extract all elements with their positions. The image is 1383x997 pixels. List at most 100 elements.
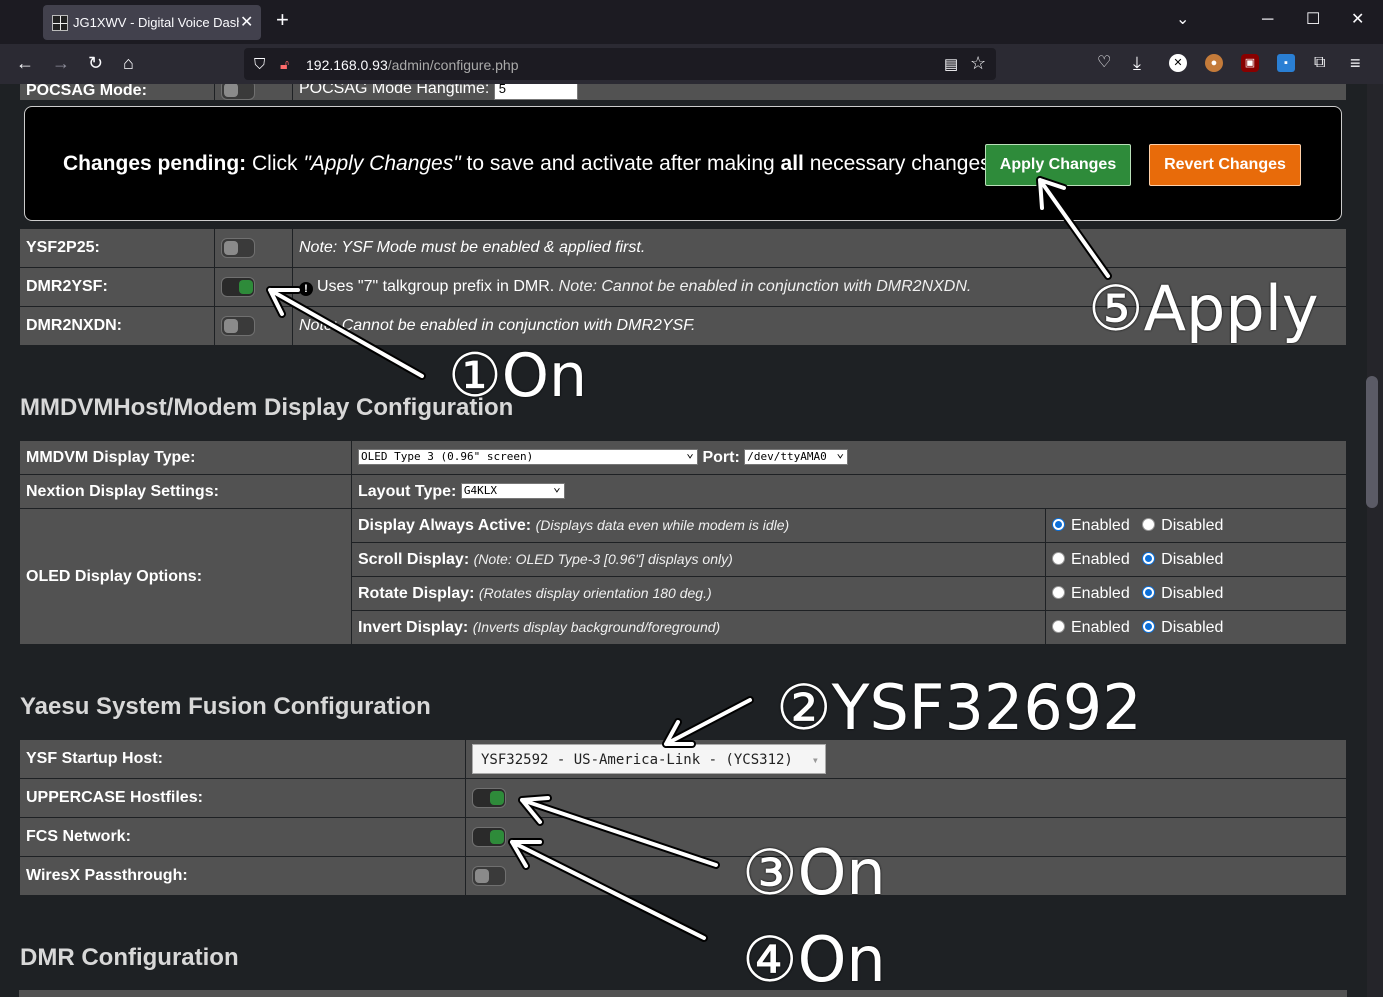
oled-option-cell: Invert Display: (Inverts display backgro… bbox=[351, 610, 1046, 645]
url-path: /admin/configure.php bbox=[387, 57, 519, 73]
disabled-label: Disabled bbox=[1161, 516, 1224, 534]
oled-option-label: Display Always Active: bbox=[358, 516, 532, 534]
table-row: YSF2P25: Note: YSF Mode must be enabled … bbox=[19, 228, 1347, 268]
fcs-network-toggle[interactable] bbox=[472, 827, 506, 847]
table-row: WiresX Passthrough: bbox=[19, 856, 1347, 896]
forward-icon[interactable]: → bbox=[52, 54, 70, 72]
ublock-icon[interactable]: ▣ bbox=[1241, 54, 1259, 72]
new-tab-icon[interactable]: + bbox=[276, 9, 289, 31]
ysf-startup-label: YSF Startup Host: bbox=[19, 739, 466, 779]
disabled-radio[interactable] bbox=[1142, 517, 1156, 531]
translate-extension-icon[interactable]: ▪ bbox=[1277, 54, 1295, 72]
oled-option-label: Scroll Display: bbox=[358, 550, 470, 568]
ysf-startup-cell: YSF32592 - US-America-Link - (YCS312) bbox=[465, 739, 1347, 779]
back-icon[interactable]: ← bbox=[16, 54, 34, 72]
ysf2p25-label: YSF2P25: bbox=[19, 228, 215, 268]
url-bar[interactable]: ⛉ 🔓︎ 192.168.0.93/admin/configure.php ▤ … bbox=[244, 48, 996, 80]
wiresx-passthrough-toggle[interactable] bbox=[472, 866, 506, 886]
reload-icon[interactable]: ↻ bbox=[88, 54, 103, 72]
maximize-icon[interactable]: ☐ bbox=[1306, 12, 1320, 28]
enabled-radio-group[interactable]: Enabled bbox=[1052, 585, 1130, 602]
port-label: Port: bbox=[702, 448, 740, 466]
revert-changes-button[interactable]: Revert Changes bbox=[1149, 144, 1301, 186]
home-icon[interactable]: ⌂ bbox=[123, 54, 134, 72]
display-type-cell: OLED Type 3 (0.96" screen) Port: /dev/tt… bbox=[351, 440, 1347, 475]
annotation-step-5: ⑤Apply bbox=[1088, 272, 1319, 345]
dmr2ysf-prefix-note: Uses "7" talkgroup prefix in DMR. bbox=[317, 278, 555, 295]
pocsag-label: POCSAG Mode: bbox=[19, 84, 215, 101]
ysf-config-table: YSF Startup Host: YSF32592 - US-America-… bbox=[19, 739, 1347, 896]
enabled-radio[interactable] bbox=[1052, 517, 1065, 531]
disabled-label: Disabled bbox=[1161, 618, 1224, 636]
uppercase-hostfiles-toggle[interactable] bbox=[472, 788, 506, 808]
enabled-radio-group[interactable]: Enabled bbox=[1052, 619, 1130, 636]
pocsag-hangtime-input[interactable]: 5 bbox=[493, 84, 578, 100]
dmr2ysf-label: DMR2YSF: bbox=[19, 267, 215, 307]
enabled-label: Enabled bbox=[1071, 550, 1130, 568]
scrollbar-track[interactable] bbox=[1367, 84, 1383, 997]
enabled-radio[interactable] bbox=[1052, 551, 1065, 565]
ysf2p25-toggle-cell bbox=[214, 228, 293, 268]
pocsag-table: POCSAG Mode: POCSAG Mode Hangtime: 5 bbox=[19, 84, 1347, 101]
extension-x-icon[interactable]: ✕ bbox=[1169, 54, 1187, 72]
annotation-step-3: ③On bbox=[742, 836, 886, 909]
dmr-table-top bbox=[19, 990, 1347, 997]
disabled-radio-group[interactable]: Disabled bbox=[1142, 619, 1223, 636]
layout-type-select[interactable]: G4KLX bbox=[460, 481, 565, 500]
extensions-puzzle-icon[interactable]: ⧉ bbox=[1314, 54, 1325, 72]
scrollbar-thumb[interactable] bbox=[1366, 376, 1378, 508]
tab-list-chevron-icon[interactable]: ⌄ bbox=[1176, 12, 1189, 28]
close-tab-icon[interactable]: ✕ bbox=[240, 12, 253, 32]
enabled-radio[interactable] bbox=[1052, 619, 1065, 633]
oled-option-note: (Note: OLED Type-3 [0.96"] displays only… bbox=[473, 550, 733, 567]
reader-view-icon[interactable]: ▤ bbox=[944, 55, 958, 73]
annotation-step-2: ②YSF32692 bbox=[776, 671, 1142, 744]
oled-option-cell: Display Always Active: (Displays data ev… bbox=[351, 508, 1046, 543]
minimize-icon[interactable]: ─ bbox=[1262, 12, 1273, 28]
dmr2nxdn-toggle[interactable] bbox=[221, 316, 255, 336]
download-icon[interactable]: ⤓ bbox=[1133, 54, 1141, 72]
disabled-radio[interactable] bbox=[1142, 585, 1156, 599]
pocsag-toggle[interactable] bbox=[221, 84, 255, 100]
disabled-radio[interactable] bbox=[1142, 551, 1156, 565]
dmr2ysf-toggle[interactable] bbox=[221, 277, 255, 297]
browser-tab[interactable]: JG1XWV - Digital Voice Dashboard ✕ bbox=[43, 5, 261, 40]
shield-icon[interactable]: ⛉ bbox=[254, 56, 265, 73]
display-section-heading: MMDVMHost/Modem Display Configuration bbox=[20, 394, 514, 421]
enabled-radio-group[interactable]: Enabled bbox=[1052, 551, 1130, 568]
pocsag-hangtime-cell: POCSAG Mode Hangtime: 5 bbox=[292, 84, 1347, 101]
enabled-radio-group[interactable]: Enabled bbox=[1052, 517, 1130, 534]
ysf-startup-select[interactable]: YSF32592 - US-America-Link - (YCS312) bbox=[472, 744, 826, 775]
dmr2nxdn-toggle-cell bbox=[214, 306, 293, 346]
url-text[interactable]: 192.168.0.93/admin/configure.php bbox=[306, 57, 519, 73]
cookie-extension-icon[interactable]: ● bbox=[1205, 54, 1223, 72]
nextion-label: Nextion Display Settings: bbox=[19, 474, 352, 509]
port-select[interactable]: /dev/ttyAMA0 bbox=[744, 447, 849, 466]
oled-radio-cell: Enabled Disabled bbox=[1045, 576, 1347, 611]
nextion-cell: Layout Type: G4KLX bbox=[351, 474, 1347, 509]
enabled-label: Enabled bbox=[1071, 584, 1130, 602]
close-window-icon[interactable]: ✕ bbox=[1351, 12, 1364, 28]
apply-changes-button[interactable]: Apply Changes bbox=[985, 144, 1131, 186]
display-config-table: MMDVM Display Type: OLED Type 3 (0.96" s… bbox=[19, 440, 1347, 645]
table-row: OLED Display Options: Display Always Act… bbox=[19, 508, 1347, 645]
insecure-lock-icon[interactable]: 🔓︎ bbox=[280, 56, 289, 73]
wiresx-passthrough-cell bbox=[465, 856, 1347, 896]
display-type-select[interactable]: OLED Type 3 (0.96" screen) bbox=[358, 447, 698, 466]
disabled-radio-group[interactable]: Disabled bbox=[1142, 551, 1223, 568]
disabled-radio-group[interactable]: Disabled bbox=[1142, 585, 1223, 602]
fcs-network-cell bbox=[465, 817, 1347, 857]
disabled-radio-group[interactable]: Disabled bbox=[1142, 517, 1223, 534]
ysf2p25-toggle[interactable] bbox=[221, 238, 255, 258]
enabled-label: Enabled bbox=[1071, 618, 1130, 636]
ysf2p25-note: Note: YSF Mode must be enabled & applied… bbox=[292, 228, 1347, 268]
banner-quoted: "Apply Changes" bbox=[303, 152, 461, 175]
dmr2ysf-note: Note: Cannot be enabled in conjunction w… bbox=[558, 278, 972, 295]
oled-option-note: (Displays data even while modem is idle) bbox=[535, 516, 790, 533]
pocket-icon[interactable]: ♡ bbox=[1097, 54, 1111, 72]
enabled-radio[interactable] bbox=[1052, 585, 1065, 599]
oled-radio-cell: Enabled Disabled bbox=[1045, 610, 1347, 645]
disabled-radio[interactable] bbox=[1142, 619, 1156, 633]
bookmark-star-icon[interactable]: ☆ bbox=[970, 53, 986, 74]
menu-hamburger-icon[interactable]: ≡ bbox=[1350, 54, 1361, 72]
